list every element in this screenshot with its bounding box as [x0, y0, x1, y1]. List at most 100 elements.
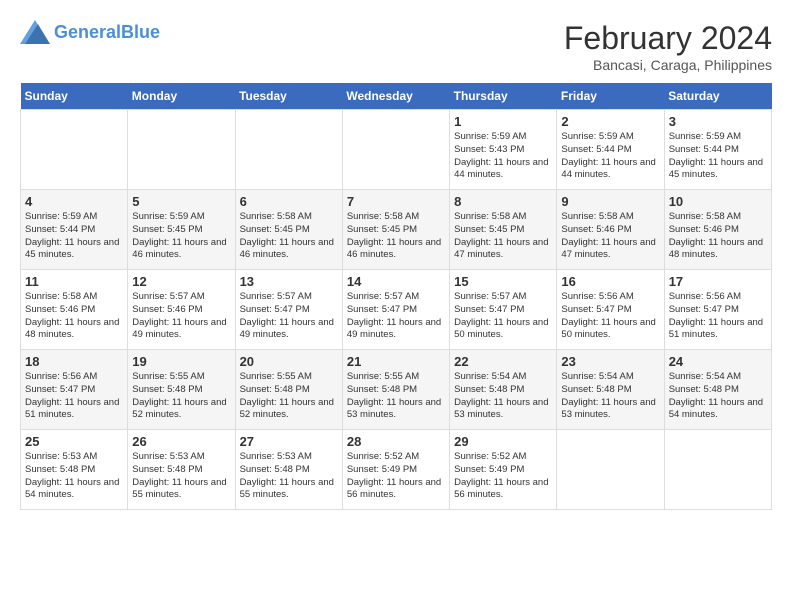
day-info: Sunrise: 5:55 AM Sunset: 5:48 PM Dayligh… [132, 371, 230, 422]
day-number: 6 [240, 194, 338, 209]
day-number: 4 [25, 194, 123, 209]
day-info: Sunrise: 5:57 AM Sunset: 5:47 PM Dayligh… [240, 291, 338, 342]
calendar-body: 1Sunrise: 5:59 AM Sunset: 5:43 PM Daylig… [21, 110, 772, 510]
calendar-cell: 1Sunrise: 5:59 AM Sunset: 5:43 PM Daylig… [450, 110, 557, 190]
day-number: 5 [132, 194, 230, 209]
location: Bancasi, Caraga, Philippines [564, 57, 772, 73]
day-info: Sunrise: 5:58 AM Sunset: 5:45 PM Dayligh… [347, 211, 445, 262]
logo-icon [20, 20, 50, 44]
day-info: Sunrise: 5:52 AM Sunset: 5:49 PM Dayligh… [347, 451, 445, 502]
day-number: 21 [347, 354, 445, 369]
calendar-cell: 27 Sunrise: 5:53 AM Sunset: 5:48 PM Dayli… [235, 430, 342, 510]
weekday-row: SundayMondayTuesdayWednesdayThursdayFrid… [21, 83, 772, 110]
day-info: Sunrise: 5:57 AM Sunset: 5:47 PM Dayligh… [454, 291, 552, 342]
day-info: Sunrise: 5:59 AM Sunset: 5:44 PM Dayligh… [25, 211, 123, 262]
calendar-cell: 28 Sunrise: 5:52 AM Sunset: 5:49 PM Dayli… [342, 430, 449, 510]
day-info: Sunrise: 5:54 AM Sunset: 5:48 PM Dayligh… [561, 371, 659, 422]
calendar-cell: 26 Sunrise: 5:53 AM Sunset: 5:48 PM Dayli… [128, 430, 235, 510]
calendar-cell: 3Sunrise: 5:59 AM Sunset: 5:44 PM Daylig… [664, 110, 771, 190]
calendar-cell: 19 Sunrise: 5:55 AM Sunset: 5:48 PM Dayli… [128, 350, 235, 430]
day-number: 22 [454, 354, 552, 369]
calendar-cell: 14Sunrise: 5:57 AM Sunset: 5:47 PM Dayli… [342, 270, 449, 350]
calendar-week-1: 1Sunrise: 5:59 AM Sunset: 5:43 PM Daylig… [21, 110, 772, 190]
calendar-cell: 6 Sunrise: 5:58 AM Sunset: 5:45 PM Daylig… [235, 190, 342, 270]
calendar-cell: 15 Sunrise: 5:57 AM Sunset: 5:47 PM Dayli… [450, 270, 557, 350]
day-info: Sunrise: 5:59 AM Sunset: 5:44 PM Dayligh… [561, 131, 659, 182]
day-info: Sunrise: 5:56 AM Sunset: 5:47 PM Dayligh… [25, 371, 123, 422]
day-info: Sunrise: 5:58 AM Sunset: 5:46 PM Dayligh… [669, 211, 767, 262]
calendar-cell: 22Sunrise: 5:54 AM Sunset: 5:48 PM Dayli… [450, 350, 557, 430]
calendar-header: SundayMondayTuesdayWednesdayThursdayFrid… [21, 83, 772, 110]
calendar-cell: 18Sunrise: 5:56 AM Sunset: 5:47 PM Dayli… [21, 350, 128, 430]
calendar-cell: 24Sunrise: 5:54 AM Sunset: 5:48 PM Dayli… [664, 350, 771, 430]
calendar-week-3: 11 Sunrise: 5:58 AM Sunset: 5:46 PM Dayli… [21, 270, 772, 350]
day-info: Sunrise: 5:53 AM Sunset: 5:48 PM Dayligh… [132, 451, 230, 502]
calendar-cell [664, 430, 771, 510]
day-info: Sunrise: 5:56 AM Sunset: 5:47 PM Dayligh… [561, 291, 659, 342]
calendar-cell: 8 Sunrise: 5:58 AM Sunset: 5:45 PM Daylig… [450, 190, 557, 270]
calendar-cell: 20 Sunrise: 5:55 AM Sunset: 5:48 PM Dayli… [235, 350, 342, 430]
day-number: 13 [240, 274, 338, 289]
calendar-cell: 13 Sunrise: 5:57 AM Sunset: 5:47 PM Dayli… [235, 270, 342, 350]
page-header: GeneralBlue February 2024 Bancasi, Carag… [20, 20, 772, 73]
day-number: 8 [454, 194, 552, 209]
day-info: Sunrise: 5:53 AM Sunset: 5:48 PM Dayligh… [240, 451, 338, 502]
day-info: Sunrise: 5:58 AM Sunset: 5:45 PM Dayligh… [454, 211, 552, 262]
logo-blue: Blue [121, 22, 160, 42]
calendar-cell: 4 Sunrise: 5:59 AM Sunset: 5:44 PM Daylig… [21, 190, 128, 270]
calendar-cell [557, 430, 664, 510]
calendar-cell: 21Sunrise: 5:55 AM Sunset: 5:48 PM Dayli… [342, 350, 449, 430]
day-number: 11 [25, 274, 123, 289]
day-number: 19 [132, 354, 230, 369]
logo-text: GeneralBlue [54, 22, 160, 43]
day-info: Sunrise: 5:58 AM Sunset: 5:46 PM Dayligh… [25, 291, 123, 342]
day-number: 23 [561, 354, 659, 369]
calendar-cell: 23 Sunrise: 5:54 AM Sunset: 5:48 PM Dayli… [557, 350, 664, 430]
calendar-week-5: 25 Sunrise: 5:53 AM Sunset: 5:48 PM Dayli… [21, 430, 772, 510]
day-info: Sunrise: 5:52 AM Sunset: 5:49 PM Dayligh… [454, 451, 552, 502]
day-info: Sunrise: 5:54 AM Sunset: 5:48 PM Dayligh… [669, 371, 767, 422]
calendar-cell [21, 110, 128, 190]
day-number: 12 [132, 274, 230, 289]
weekday-header-thursday: Thursday [450, 83, 557, 110]
day-number: 28 [347, 434, 445, 449]
weekday-header-wednesday: Wednesday [342, 83, 449, 110]
calendar-cell: 9Sunrise: 5:58 AM Sunset: 5:46 PM Daylig… [557, 190, 664, 270]
day-info: Sunrise: 5:59 AM Sunset: 5:43 PM Dayligh… [454, 131, 552, 182]
day-info: Sunrise: 5:55 AM Sunset: 5:48 PM Dayligh… [240, 371, 338, 422]
day-number: 10 [669, 194, 767, 209]
calendar-cell: 11 Sunrise: 5:58 AM Sunset: 5:46 PM Dayli… [21, 270, 128, 350]
day-info: Sunrise: 5:59 AM Sunset: 5:45 PM Dayligh… [132, 211, 230, 262]
calendar-cell: 12 Sunrise: 5:57 AM Sunset: 5:46 PM Dayli… [128, 270, 235, 350]
day-number: 26 [132, 434, 230, 449]
day-number: 2 [561, 114, 659, 129]
calendar-cell: 7Sunrise: 5:58 AM Sunset: 5:45 PM Daylig… [342, 190, 449, 270]
day-number: 27 [240, 434, 338, 449]
logo: GeneralBlue [20, 20, 160, 44]
calendar-cell: 5 Sunrise: 5:59 AM Sunset: 5:45 PM Daylig… [128, 190, 235, 270]
day-info: Sunrise: 5:58 AM Sunset: 5:45 PM Dayligh… [240, 211, 338, 262]
calendar-cell [235, 110, 342, 190]
weekday-header-monday: Monday [128, 83, 235, 110]
calendar-cell [128, 110, 235, 190]
day-number: 9 [561, 194, 659, 209]
day-number: 15 [454, 274, 552, 289]
month-year: February 2024 [564, 20, 772, 57]
calendar-table: SundayMondayTuesdayWednesdayThursdayFrid… [20, 83, 772, 510]
calendar-cell: 10 Sunrise: 5:58 AM Sunset: 5:46 PM Dayli… [664, 190, 771, 270]
calendar-cell: 25 Sunrise: 5:53 AM Sunset: 5:48 PM Dayli… [21, 430, 128, 510]
day-number: 14 [347, 274, 445, 289]
day-info: Sunrise: 5:56 AM Sunset: 5:47 PM Dayligh… [669, 291, 767, 342]
weekday-header-sunday: Sunday [21, 83, 128, 110]
weekday-header-friday: Friday [557, 83, 664, 110]
day-number: 16 [561, 274, 659, 289]
day-number: 25 [25, 434, 123, 449]
calendar-cell: 29 Sunrise: 5:52 AM Sunset: 5:49 PM Dayli… [450, 430, 557, 510]
calendar-cell: 17Sunrise: 5:56 AM Sunset: 5:47 PM Dayli… [664, 270, 771, 350]
weekday-header-tuesday: Tuesday [235, 83, 342, 110]
calendar-week-2: 4 Sunrise: 5:59 AM Sunset: 5:44 PM Daylig… [21, 190, 772, 270]
day-number: 29 [454, 434, 552, 449]
day-info: Sunrise: 5:53 AM Sunset: 5:48 PM Dayligh… [25, 451, 123, 502]
day-number: 20 [240, 354, 338, 369]
day-info: Sunrise: 5:57 AM Sunset: 5:46 PM Dayligh… [132, 291, 230, 342]
